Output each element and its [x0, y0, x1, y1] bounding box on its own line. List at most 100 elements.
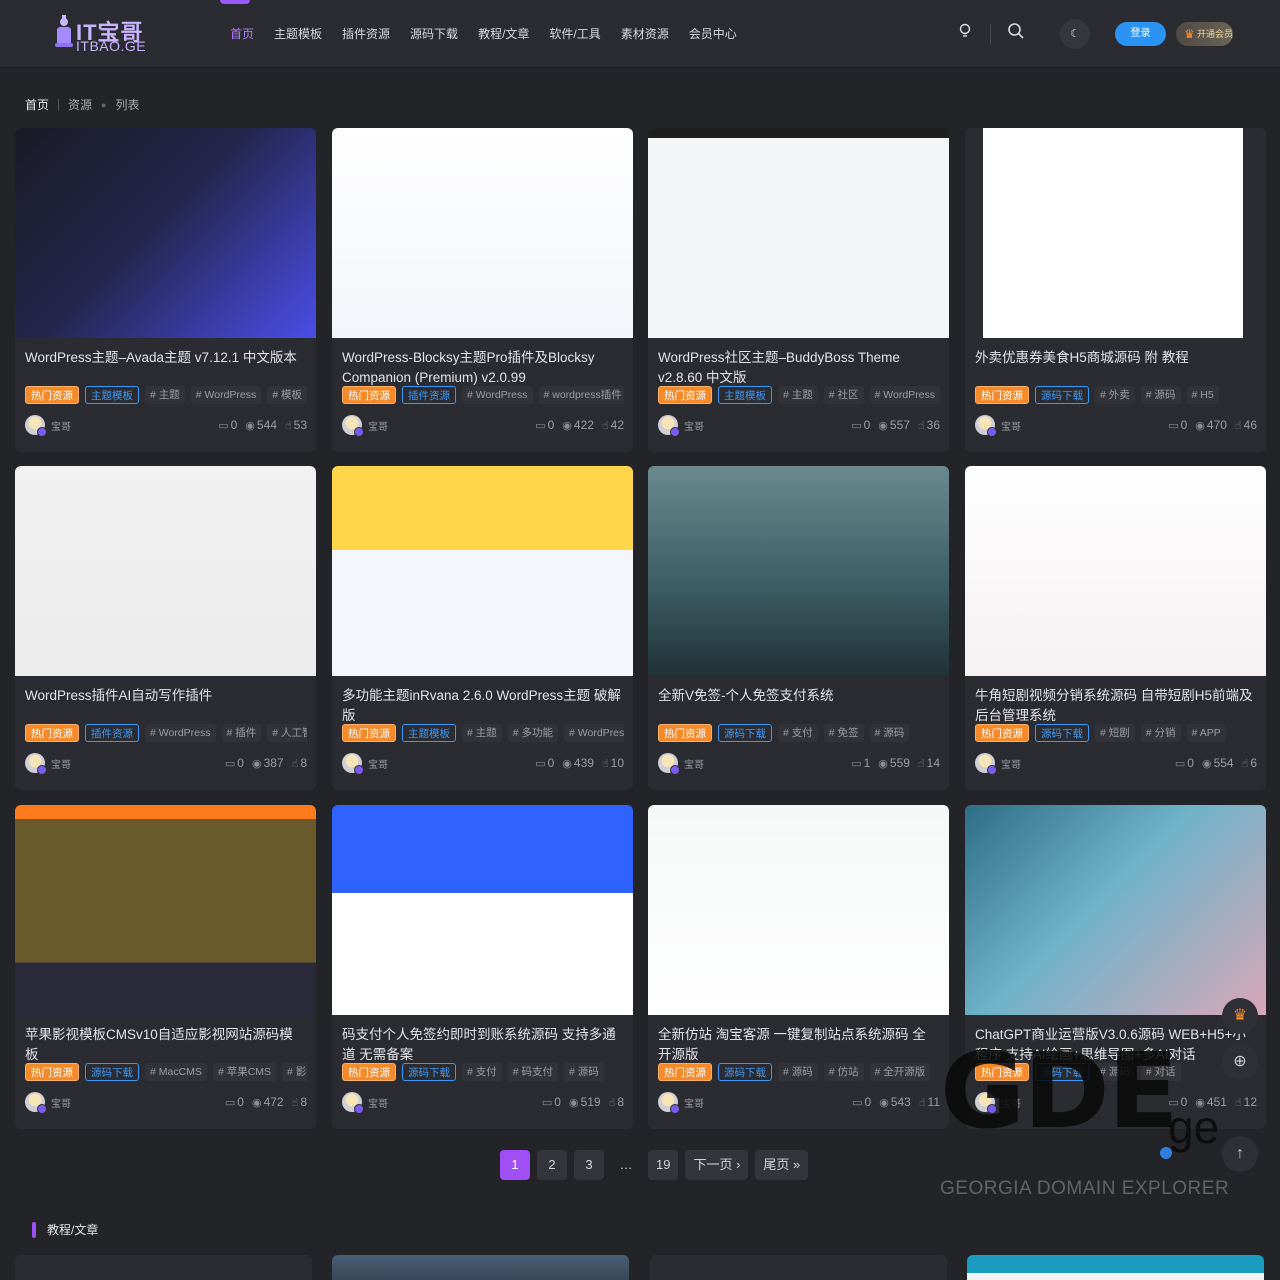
author-name[interactable]: 宝哥: [51, 1095, 71, 1110]
author-name[interactable]: 宝哥: [368, 756, 388, 771]
resource-card[interactable]: 苹果影视模板CMSv10自适应影视网站源码模板 热门资源 源码下载 # MacCMS #…: [15, 805, 316, 1129]
topic-tag[interactable]: # wordpress插件: [538, 386, 624, 404]
vip-button[interactable]: ♛ 开通会员: [1176, 22, 1233, 46]
category-tag[interactable]: 源码下载: [85, 1063, 139, 1081]
card-title[interactable]: 码支付个人免签约即时到账系统源码 支持多通道 无需备案: [342, 1025, 622, 1065]
card-title[interactable]: 全新仿站 淘宝客源 一键复制站点系统源码 全开源版: [658, 1025, 938, 1065]
hot-badge[interactable]: 热门资源: [342, 724, 396, 742]
resource-card[interactable]: WordPress-Blocksy主题Pro插件及Blocksy Compani…: [332, 128, 633, 452]
nav-item[interactable]: 教程/文章: [468, 0, 539, 68]
topic-tag[interactable]: # 支付: [462, 1063, 502, 1081]
card-title[interactable]: WordPress主题–Avada主题 v7.12.1 中文版本: [25, 348, 305, 388]
avatar[interactable]: [975, 753, 997, 775]
card-title[interactable]: 牛角短剧视频分销系统源码 自带短剧H5前端及后台管理系统: [975, 686, 1255, 726]
topic-tag[interactable]: # 人工智能: [267, 724, 307, 742]
hot-badge[interactable]: 热门资源: [658, 724, 712, 742]
topic-tag[interactable]: # H5: [1186, 386, 1219, 404]
author-name[interactable]: 宝哥: [1001, 418, 1021, 433]
topic-tag[interactable]: # 影视源码: [282, 1063, 307, 1081]
topic-tag[interactable]: # 支付: [778, 724, 818, 742]
page-button[interactable]: 1: [500, 1150, 530, 1180]
avatar[interactable]: [658, 1092, 680, 1114]
next-card[interactable]: [650, 1255, 947, 1280]
page-button[interactable]: 19: [648, 1150, 679, 1180]
hot-badge[interactable]: 热门资源: [342, 386, 396, 404]
topic-tag[interactable]: # 外卖: [1095, 386, 1135, 404]
topic-tag[interactable]: # 短剧: [1095, 724, 1135, 742]
topic-tag[interactable]: # WordPress: [462, 386, 533, 404]
topic-tag[interactable]: # 源码: [1140, 386, 1181, 404]
last-page-button[interactable]: 尾页 »: [755, 1150, 809, 1180]
card-thumbnail[interactable]: [648, 805, 949, 1015]
resource-card[interactable]: WordPress社区主题–BuddyBoss Theme v2.8.60 中文…: [648, 128, 949, 452]
avatar[interactable]: [25, 753, 47, 775]
resource-card[interactable]: ChatGPT商业运营版V3.0.6源码 WEB+H5+小程序 支持AI绘画+思…: [965, 805, 1266, 1129]
hot-badge[interactable]: 热门资源: [975, 724, 1029, 742]
avatar[interactable]: [342, 415, 364, 437]
topic-tag[interactable]: # APP: [1186, 724, 1226, 742]
card-thumbnail[interactable]: [965, 466, 1266, 676]
card-thumbnail[interactable]: [965, 128, 1266, 338]
author-name[interactable]: 宝哥: [51, 418, 71, 433]
resource-card[interactable]: 全新V免签-个人免签支付系统 热门资源 源码下载 # 支付 # 免签 # 源码 宝哥 ▭ 1 ◉ 5…: [648, 466, 949, 790]
topic-tag[interactable]: # 仿站: [823, 1063, 864, 1081]
author-name[interactable]: 宝哥: [368, 418, 388, 433]
card-thumbnail[interactable]: [648, 128, 949, 338]
card-title[interactable]: 全新V免签-个人免签支付系统: [658, 686, 938, 726]
card-thumbnail[interactable]: [15, 805, 316, 1015]
topic-tag[interactable]: # 全开源版: [869, 1063, 931, 1081]
topic-tag[interactable]: # 对话: [1140, 1063, 1181, 1081]
topic-tag[interactable]: # 插件: [221, 724, 262, 742]
theme-toggle-button[interactable]: ☾: [1060, 19, 1090, 49]
card-title[interactable]: 多功能主题inRvana 2.6.0 WordPress主题 破解版: [342, 686, 622, 726]
topic-tag[interactable]: # 主题: [145, 386, 185, 404]
topic-tag[interactable]: # 源码: [869, 724, 910, 742]
site-logo[interactable]: IT宝哥 ITBAO.GE: [52, 13, 156, 55]
nav-item[interactable]: 源码下载: [400, 0, 468, 68]
topic-tag[interactable]: # 苹果CMS: [212, 1063, 277, 1081]
card-thumbnail[interactable]: [15, 128, 316, 338]
breadcrumb-level1[interactable]: 资源: [68, 96, 92, 113]
topic-tag[interactable]: # 源码: [1095, 1063, 1135, 1081]
login-button[interactable]: 登录: [1115, 22, 1166, 46]
card-thumbnail[interactable]: [332, 805, 633, 1015]
card-thumbnail[interactable]: [332, 466, 633, 676]
vip-float-button[interactable]: ♛: [1222, 998, 1258, 1034]
resource-card[interactable]: 码支付个人免签约即时到账系统源码 支持多通道 无需备案 热门资源 源码下载 # 支付 #…: [332, 805, 633, 1129]
hot-badge[interactable]: 热门资源: [342, 1063, 396, 1081]
topic-tag[interactable]: # 码支付: [507, 1063, 559, 1081]
topic-tag[interactable]: # 主题: [462, 724, 502, 742]
nav-item[interactable]: 软件/工具: [539, 0, 610, 68]
hot-badge[interactable]: 热门资源: [25, 386, 79, 404]
author-name[interactable]: 宝哥: [51, 756, 71, 771]
category-tag[interactable]: 源码下载: [1035, 724, 1089, 742]
breadcrumb-home[interactable]: 首页: [25, 96, 49, 113]
page-button[interactable]: 2: [537, 1150, 567, 1180]
category-tag[interactable]: 源码下载: [718, 724, 772, 742]
avatar[interactable]: [658, 415, 680, 437]
topic-tag[interactable]: # 主题: [778, 386, 818, 404]
category-tag[interactable]: 主题模板: [402, 724, 456, 742]
avatar[interactable]: [25, 415, 47, 437]
category-tag[interactable]: 源码下载: [1035, 386, 1089, 404]
card-thumbnail[interactable]: [15, 466, 316, 676]
resource-card[interactable]: WordPress插件AI自动写作插件 热门资源 插件资源 # WordPress # …: [15, 466, 316, 790]
category-tag[interactable]: 主题模板: [718, 386, 772, 404]
next-card[interactable]: [332, 1255, 629, 1280]
card-title[interactable]: WordPress插件AI自动写作插件: [25, 686, 305, 726]
next-card[interactable]: [967, 1255, 1264, 1280]
card-title[interactable]: 苹果影视模板CMSv10自适应影视网站源码模板: [25, 1025, 305, 1065]
card-thumbnail[interactable]: [965, 805, 1266, 1015]
hot-badge[interactable]: 热门资源: [658, 386, 712, 404]
card-thumbnail[interactable]: [648, 466, 949, 676]
avatar[interactable]: [658, 753, 680, 775]
author-name[interactable]: 宝哥: [684, 1095, 704, 1110]
hot-badge[interactable]: 热门资源: [25, 724, 79, 742]
category-tag[interactable]: 插件资源: [85, 724, 139, 742]
avatar[interactable]: [342, 1092, 364, 1114]
author-name[interactable]: 宝哥: [1001, 756, 1021, 771]
topic-tag[interactable]: # WordPress: [145, 724, 216, 742]
lightbulb-icon[interactable]: [953, 22, 977, 46]
topic-tag[interactable]: # 免签: [823, 724, 864, 742]
avatar[interactable]: [342, 753, 364, 775]
